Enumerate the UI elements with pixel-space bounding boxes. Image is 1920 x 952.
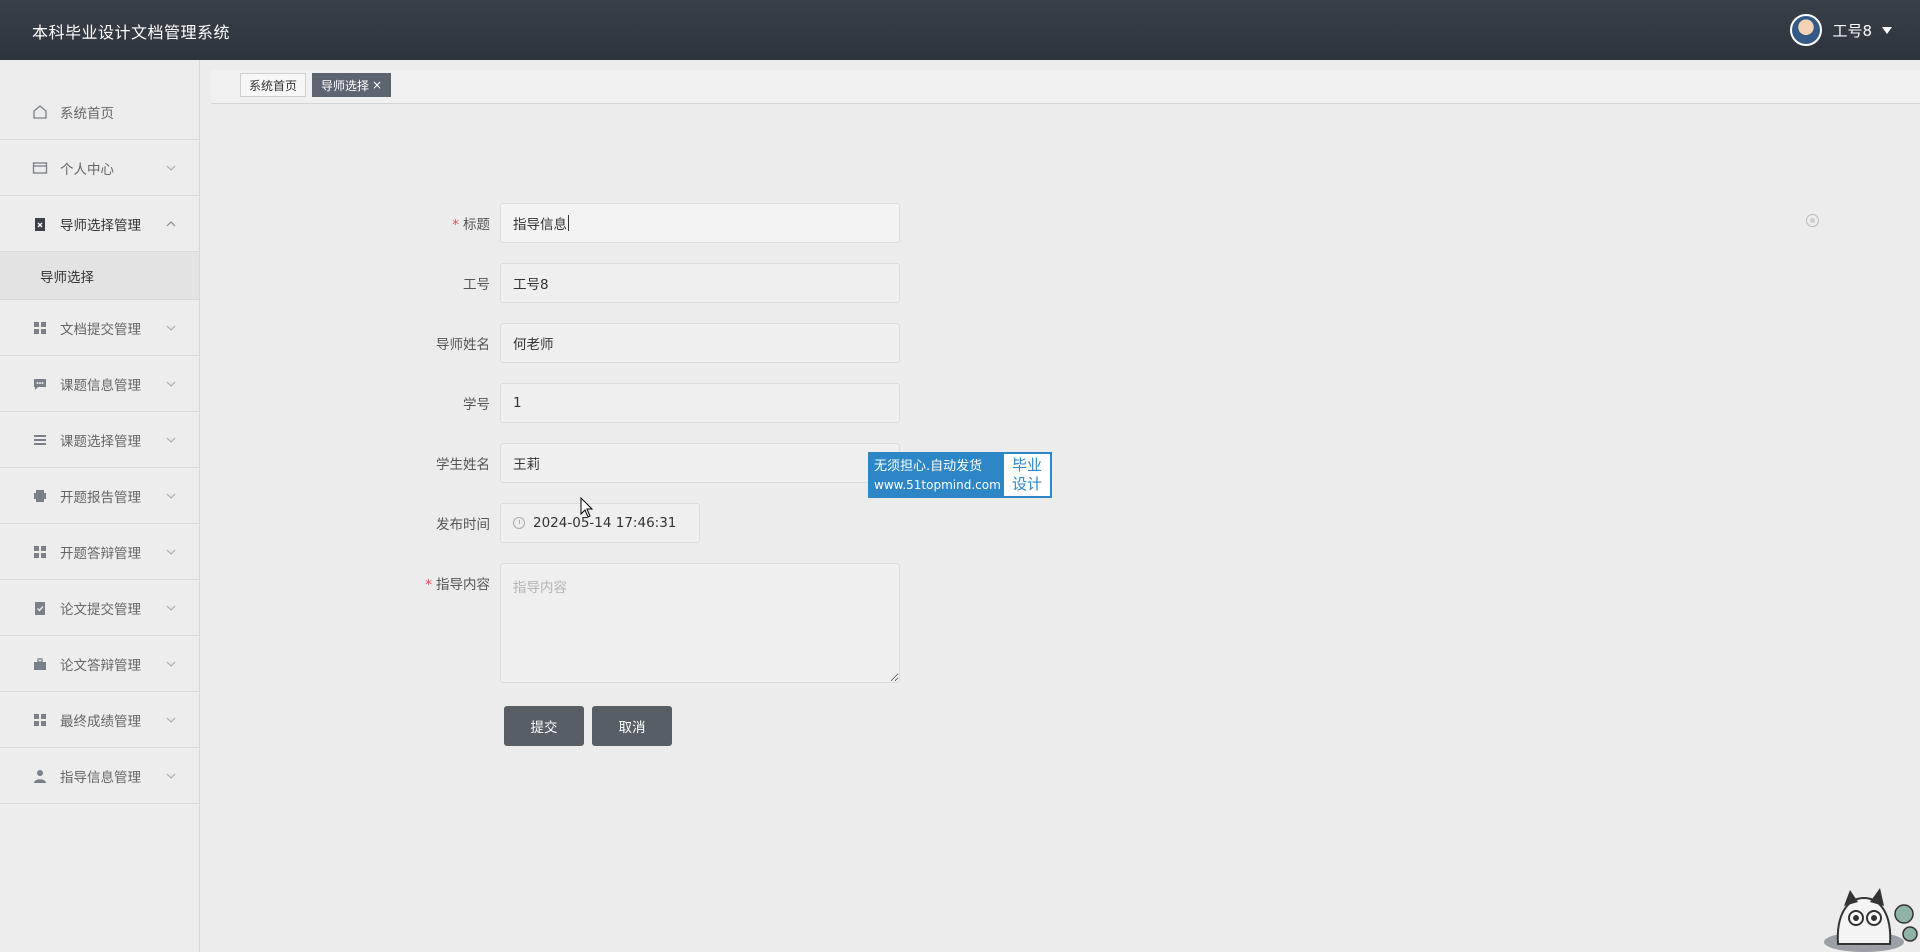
sidebar-item-proposal-defense[interactable]: 开题答辩管理 (0, 524, 199, 580)
app-title: 本科毕业设计文档管理系统 (32, 23, 231, 42)
chevron-down-icon (166, 773, 176, 779)
watermark-line1: 无须担心.自动发货 (874, 459, 983, 474)
sidebar-item-document-submission[interactable]: 文档提交管理 (0, 300, 199, 356)
sidebar-item-label: 论文答辩管理 (60, 657, 141, 674)
top-header: 本科毕业设计文档管理系统 工号8 (0, 0, 1920, 60)
mascot-icon (1824, 888, 1918, 952)
tab-label: 导师选择 (321, 78, 370, 93)
sidebar-item-thesis-submission[interactable]: 论文提交管理 (0, 580, 199, 636)
sidebar-item-label: 课题选择管理 (60, 433, 141, 450)
list-icon (32, 432, 48, 448)
sidebar-item-topic-info[interactable]: 课题信息管理 (0, 356, 199, 412)
briefcase-icon (32, 656, 48, 672)
circle-close-icon[interactable] (1806, 214, 1819, 227)
tab-label: 系统首页 (249, 78, 298, 93)
sidebar-item-topic-selection[interactable]: 课题选择管理 (0, 412, 199, 468)
home-icon (32, 104, 48, 120)
chevron-down-icon (166, 437, 176, 443)
sidebar-item-advisor-selection-mgmt[interactable]: 导师选择管理 (0, 196, 199, 252)
sidebar-item-label: 导师选择管理 (60, 217, 141, 234)
chevron-down-icon (166, 493, 176, 499)
chevron-down-icon (166, 717, 176, 723)
student-id-value: 1 (513, 395, 522, 411)
grid-icon (32, 544, 48, 560)
clock-icon (513, 517, 525, 529)
sidebar-item-home[interactable]: 系统首页 (0, 84, 199, 140)
advisor-name-value: 何老师 (513, 337, 554, 353)
mouse-cursor-icon (580, 497, 594, 518)
student-id-label: 学号 (463, 397, 490, 413)
card-icon (32, 160, 48, 176)
sidebar-item-final-grades[interactable]: 最终成绩管理 (0, 692, 199, 748)
watermark-left: 无须担心.自动发货 www.51topmind.com (870, 454, 1004, 496)
staff-id-label: 工号 (463, 277, 490, 293)
sidebar-item-label: 论文提交管理 (60, 601, 141, 618)
sidebar-item-label: 个人中心 (60, 161, 114, 178)
sidebar-item-label: 指导信息管理 (60, 769, 141, 786)
chat-icon (32, 376, 48, 392)
tab-advisor-selection[interactable]: 导师选择 × (312, 73, 392, 97)
publish-time-value: 2024-05-14 17:46:31 (533, 515, 677, 531)
chevron-down-icon (166, 549, 176, 555)
student-name-label: 学生姓名 (436, 457, 490, 473)
tab-home[interactable]: 系统首页 (240, 73, 307, 97)
title-input[interactable]: 指导信息 (500, 203, 900, 243)
student-name-input[interactable]: 王莉 (500, 443, 900, 483)
sidebar-subitem-advisor-selection[interactable]: 导师选择 (0, 252, 199, 300)
sidebar-item-proposal-report[interactable]: 开题报告管理 (0, 468, 199, 524)
chevron-down-icon (166, 165, 176, 171)
staff-id-value: 工号8 (513, 277, 549, 293)
close-icon[interactable]: × (372, 78, 382, 92)
sidebar-item-label: 系统首页 (60, 105, 114, 122)
student-id-input[interactable]: 1 (500, 383, 900, 423)
content-label: * 指导内容 (340, 573, 490, 593)
clipboard-icon (32, 216, 48, 232)
avatar[interactable] (1790, 14, 1823, 46)
watermark-right-line1: 毕业 (1011, 456, 1042, 474)
caret-down-icon (1882, 26, 1892, 34)
sidebar-item-thesis-defense[interactable]: 论文答辩管理 (0, 636, 199, 692)
user-name: 工号8 (1832, 21, 1872, 40)
required-mark: * (452, 217, 459, 233)
watermark-right-line2: 设计 (1011, 475, 1042, 493)
checklist-icon (32, 600, 48, 616)
label-text: 指导内容 (436, 577, 490, 593)
text-cursor (568, 215, 569, 231)
submit-button[interactable]: 提交 (504, 706, 584, 746)
publish-time-label: 发布时间 (436, 517, 490, 533)
printer-icon (32, 488, 48, 504)
user-icon (32, 768, 48, 784)
chevron-down-icon (166, 325, 176, 331)
title-label: * 标题 (340, 213, 490, 233)
chevron-down-icon (166, 381, 176, 387)
chevron-down-icon (166, 661, 176, 667)
sidebar-item-guidance-info[interactable]: 指导信息管理 (0, 748, 199, 804)
grid-icon (32, 712, 48, 728)
user-menu[interactable]: 工号8 (1790, 14, 1892, 46)
cancel-button[interactable]: 取消 (592, 706, 672, 746)
chevron-down-icon (166, 605, 176, 611)
watermark-badge: 无须担心.自动发货 www.51topmind.com 毕业 设计 (868, 452, 1052, 498)
chevron-up-icon (166, 221, 176, 227)
sidebar: 系统首页 个人中心 导师选择管理 导师选择 文档提交管理 课题信息管理 课题选择… (0, 60, 200, 952)
publish-time-picker[interactable]: 2024-05-14 17:46:31 (500, 503, 700, 543)
label-text: 标题 (463, 217, 490, 233)
watermark-url: www.51topmind.com (874, 478, 1001, 492)
tab-bar: 系统首页 导师选择 × (211, 70, 1920, 104)
sidebar-item-label: 开题报告管理 (60, 489, 141, 506)
staff-id-input[interactable]: 工号8 (500, 263, 900, 303)
advisor-name-label: 导师姓名 (436, 337, 490, 353)
sidebar-item-label: 开题答辩管理 (60, 545, 141, 562)
watermark-right: 毕业 设计 (1004, 454, 1050, 496)
content-textarea[interactable] (500, 563, 900, 683)
sidebar-item-label: 课题信息管理 (60, 377, 141, 394)
advisor-name-input[interactable]: 何老师 (500, 323, 900, 363)
sidebar-item-label: 最终成绩管理 (60, 713, 141, 730)
grid-icon (32, 320, 48, 336)
sidebar-item-personal[interactable]: 个人中心 (0, 140, 199, 196)
student-name-value: 王莉 (513, 457, 540, 473)
required-mark: * (425, 577, 432, 593)
title-value: 指导信息 (513, 217, 567, 233)
sidebar-item-label: 文档提交管理 (60, 321, 141, 338)
